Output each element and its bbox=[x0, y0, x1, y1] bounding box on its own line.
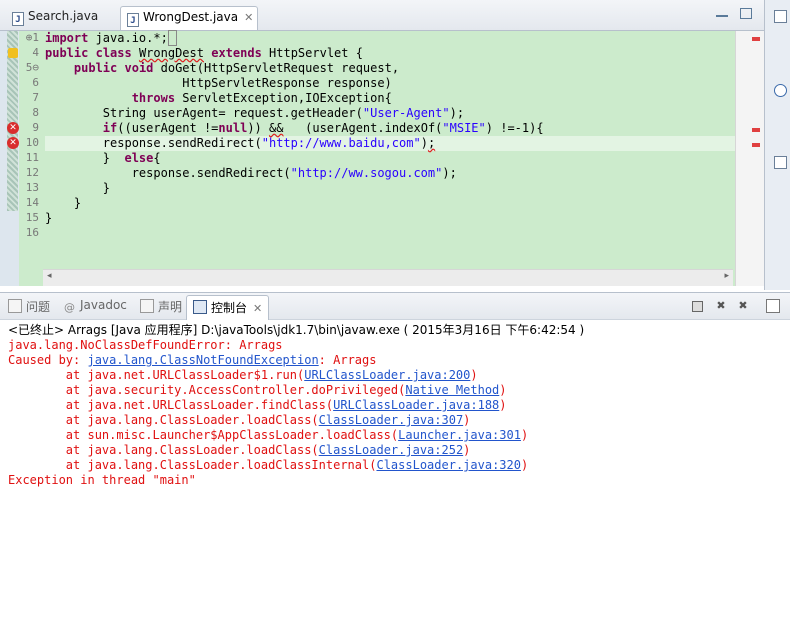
problems-icon bbox=[8, 299, 22, 313]
console-line: at java.net.URLClassLoader$1.run(URLClas… bbox=[8, 368, 478, 382]
line-number: 16 bbox=[25, 226, 39, 239]
code-line: } bbox=[45, 196, 82, 210]
console-status-label: <已终止> Arrags [Java 应用程序] D:\javaTools\jd… bbox=[8, 323, 585, 337]
tab-label: WrongDest.java bbox=[143, 10, 239, 24]
console-line: at java.security.AccessController.doPriv… bbox=[8, 383, 507, 397]
line-number: 7 bbox=[32, 91, 39, 104]
close-tab-icon[interactable]: ✕ bbox=[253, 302, 262, 315]
line-number-ruler: ⊕1 4 5⊖ 6 7 8 9 10 11 12 13 14 15 16 bbox=[19, 31, 43, 241]
stack-link[interactable]: ClassLoader.java:320 bbox=[376, 458, 521, 472]
console-line: Caused by: java.lang.ClassNotFoundExcept… bbox=[8, 353, 377, 367]
code-line: response.sendRedirect("http://ww.sogou.c… bbox=[45, 166, 457, 180]
tab-wrongdest-java[interactable]: J WrongDest.java ✕ bbox=[120, 6, 258, 30]
change-indicator bbox=[7, 31, 18, 211]
line-number: 9 bbox=[32, 121, 39, 134]
console-line: Exception in thread "main" bbox=[8, 473, 196, 487]
line-number: 8 bbox=[32, 106, 39, 119]
declaration-icon bbox=[140, 299, 154, 313]
tab-declaration[interactable]: 声明 bbox=[140, 298, 182, 315]
error-icon[interactable]: ✕ bbox=[7, 122, 19, 134]
fold-collapse-icon[interactable]: ⊖ bbox=[32, 61, 39, 74]
console-tab-bar: 问题 @ Javadoc 声明 控制台 ✕ ✖ ✖ bbox=[0, 292, 790, 320]
scroll-left-icon[interactable]: ◂ bbox=[47, 271, 52, 281]
java-file-icon: J bbox=[127, 13, 139, 27]
console-line: at java.lang.ClassLoader.loadClassIntern… bbox=[8, 458, 529, 472]
line-number: 6 bbox=[32, 76, 39, 89]
overview-ruler[interactable] bbox=[735, 31, 765, 286]
console-icon bbox=[193, 300, 207, 314]
clear-console-icon[interactable] bbox=[766, 299, 780, 313]
remove-all-terminated-icon[interactable]: ✖ bbox=[736, 299, 750, 313]
line-number: 15 bbox=[25, 211, 39, 224]
remove-launch-icon[interactable]: ✖ bbox=[714, 299, 728, 313]
editor-tab-bar: J Search.java J WrongDest.java ✕ bbox=[0, 0, 764, 31]
code-line: } bbox=[45, 211, 53, 225]
stack-link[interactable]: ClassLoader.java:307 bbox=[319, 413, 464, 427]
tab-console[interactable]: 控制台 ✕ bbox=[186, 295, 270, 320]
line-number: 10 bbox=[25, 136, 39, 149]
code-line: String userAgent= request.getHeader("Use… bbox=[45, 106, 465, 120]
line-number: ⊕1 bbox=[25, 31, 39, 44]
stack-link[interactable]: URLClassLoader.java:200 bbox=[304, 368, 470, 382]
code-line: } else{ bbox=[45, 151, 161, 165]
side-view-strip bbox=[764, 0, 790, 290]
console-line: at java.lang.ClassLoader.loadClass(Class… bbox=[8, 443, 471, 457]
at-sign-icon: @ bbox=[64, 301, 75, 314]
warning-icon[interactable] bbox=[8, 48, 18, 58]
line-number: 4 bbox=[32, 46, 39, 59]
terminate-icon[interactable] bbox=[692, 301, 703, 312]
tab-search-java[interactable]: J Search.java bbox=[6, 6, 118, 30]
stack-link[interactable]: URLClassLoader.java:188 bbox=[333, 398, 499, 412]
stack-link[interactable]: Launcher.java:301 bbox=[398, 428, 521, 442]
console-line: java.lang.NoClassDefFoundError: Arrags bbox=[8, 338, 283, 352]
vertical-ruler: ✕ ✕ bbox=[0, 31, 19, 286]
code-line-current: response.sendRedirect("http://www.baidu,… bbox=[45, 136, 735, 151]
tab-javadoc[interactable]: @ Javadoc bbox=[64, 298, 127, 314]
scroll-right-icon[interactable]: ▸ bbox=[724, 271, 729, 281]
java-file-icon: J bbox=[12, 12, 24, 26]
line-number: 5⊖ bbox=[25, 61, 39, 74]
console-line: at java.net.URLClassLoader.findClass(URL… bbox=[8, 398, 507, 412]
code-line: throws ServletException,IOException{ bbox=[131, 91, 392, 105]
line-number: 14 bbox=[25, 196, 39, 209]
error-marker[interactable] bbox=[752, 128, 760, 132]
task-list-icon[interactable] bbox=[774, 156, 787, 169]
code-line: } bbox=[45, 181, 111, 195]
code-line: HttpServletResponse response) bbox=[45, 76, 392, 90]
code-editor[interactable]: ✕ ✕ ⊕1 4 5⊖ 6 7 8 9 10 11 12 13 14 15 16… bbox=[0, 30, 765, 286]
line-number: 12 bbox=[25, 166, 39, 179]
code-line: public void doGet(HttpServletRequest req… bbox=[73, 61, 400, 75]
code-line: if((userAgent !=null)) && (userAgent.ind… bbox=[102, 121, 544, 135]
console-line: at sun.misc.Launcher$AppClassLoader.load… bbox=[8, 428, 529, 442]
tab-problems[interactable]: 问题 bbox=[8, 298, 50, 315]
console-line: at java.lang.ClassLoader.loadClass(Class… bbox=[8, 413, 471, 427]
line-number: 11 bbox=[25, 151, 39, 164]
line-number: 13 bbox=[25, 181, 39, 194]
console-output[interactable]: java.lang.NoClassDefFoundError: Arrags C… bbox=[0, 338, 790, 619]
horizontal-scrollbar[interactable]: ◂ ▸ bbox=[43, 269, 733, 286]
tab-label: Search.java bbox=[28, 9, 99, 23]
outline-view-icon[interactable] bbox=[774, 10, 787, 23]
error-marker[interactable] bbox=[752, 37, 760, 41]
maximize-icon[interactable] bbox=[740, 8, 752, 19]
error-marker[interactable] bbox=[752, 143, 760, 147]
minimize-icon[interactable] bbox=[716, 8, 728, 17]
code-line: public class WrongDest extends HttpServl… bbox=[45, 46, 363, 60]
info-icon[interactable] bbox=[774, 84, 787, 97]
close-tab-icon[interactable]: ✕ bbox=[244, 11, 253, 24]
stack-link[interactable]: ClassLoader.java:252 bbox=[319, 443, 464, 457]
source-code[interactable]: import java.io.*; public class WrongDest… bbox=[45, 30, 735, 241]
stack-link[interactable]: Native Method bbox=[405, 383, 499, 397]
stack-link[interactable]: java.lang.ClassNotFoundException bbox=[87, 353, 318, 367]
code-line: import java.io.*; bbox=[45, 30, 735, 46]
error-icon[interactable]: ✕ bbox=[7, 137, 19, 149]
